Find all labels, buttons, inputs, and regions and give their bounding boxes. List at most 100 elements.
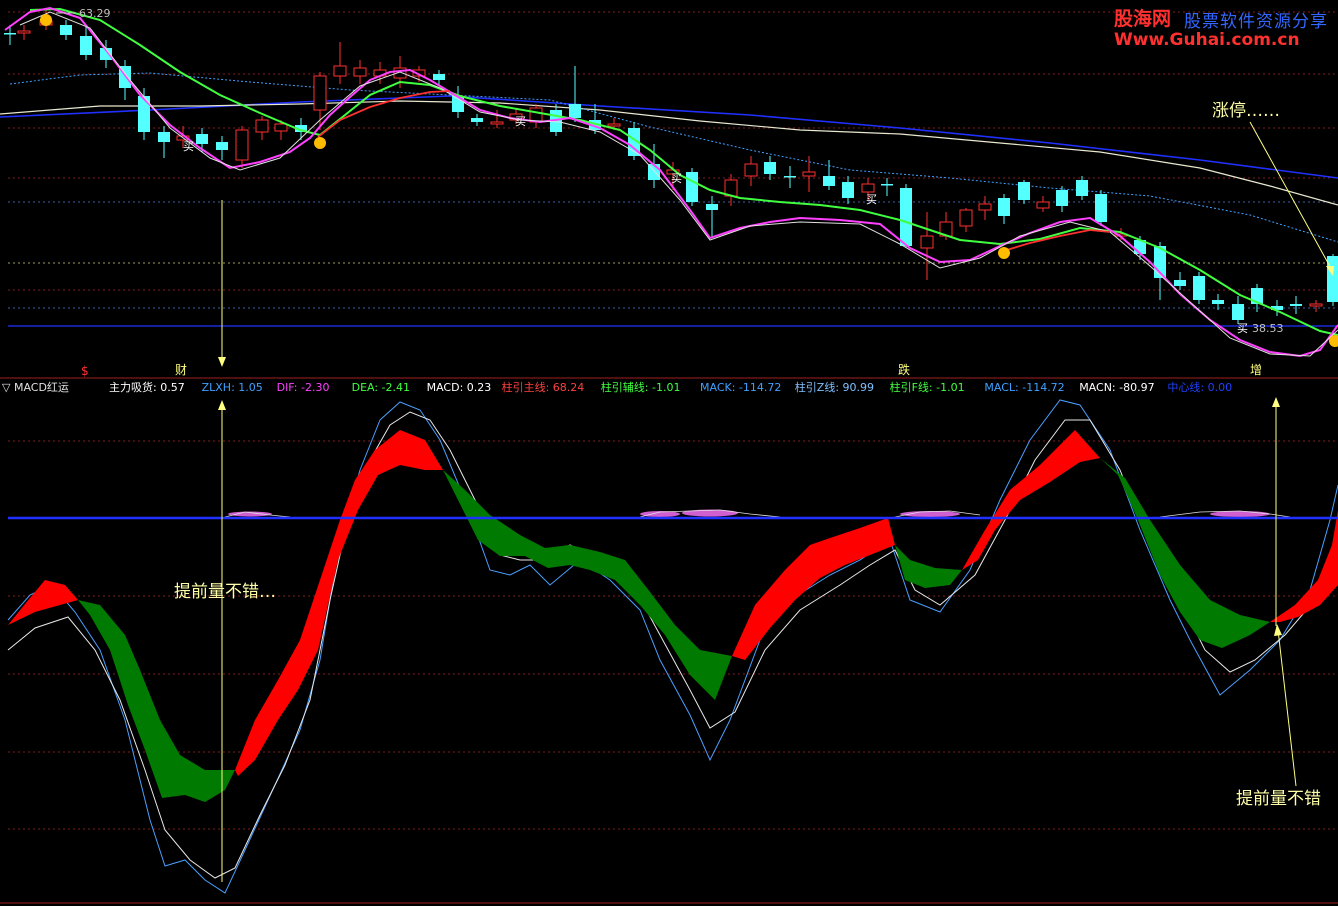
candle-body <box>1212 300 1224 304</box>
price-low-label: 38.53 <box>1252 322 1284 335</box>
buy-marker: 买 <box>183 140 194 153</box>
candle-body <box>313 75 327 111</box>
ma-green <box>29 7 1338 336</box>
gold-marker-icon <box>314 137 326 149</box>
indicator-item-4: MACD: 0.23 <box>427 381 492 394</box>
gold-marker-icon <box>998 247 1010 259</box>
candle-body <box>1290 304 1302 306</box>
annotation-right: 提前量不错 <box>1236 789 1321 809</box>
candle-body <box>764 162 776 174</box>
candle-body <box>216 142 228 150</box>
macd-band-7 <box>1100 458 1270 648</box>
macd-band-5 <box>895 545 962 588</box>
buy-marker: 买 <box>671 172 682 185</box>
candle-body <box>978 203 992 211</box>
arrowhead-icon <box>218 357 226 367</box>
indicator-item-2: DIF: -2.30 <box>277 381 330 394</box>
macd-band-4 <box>732 518 895 660</box>
candle-body <box>1018 182 1030 200</box>
candle-body <box>998 198 1010 216</box>
candle-body <box>17 30 31 34</box>
candle-body <box>1056 190 1068 206</box>
candle-body <box>1036 201 1050 209</box>
candle-body <box>471 118 483 122</box>
candle-body <box>60 25 72 35</box>
buy-marker: 买 <box>866 193 877 206</box>
candle-body <box>235 129 249 161</box>
macd-bands <box>8 430 1338 802</box>
indicator-item-3: DEA: -2.41 <box>352 381 410 394</box>
price-high-label: 63.29 <box>79 7 111 20</box>
candle-body <box>744 163 758 177</box>
indicator-item-1: ZLXH: 1.05 <box>202 381 263 394</box>
buy-marker: 买 <box>515 115 526 128</box>
candle-body <box>881 184 893 186</box>
annotation-left: 提前量不错… <box>174 582 276 602</box>
candle-body <box>4 33 16 35</box>
indicator-item-9: 柱引F线: -1.01 <box>890 380 965 394</box>
candle-body <box>274 123 288 132</box>
indicator-item-6: 柱引辅线: -1.01 <box>601 380 681 394</box>
buy-marker: 买 <box>1237 322 1248 335</box>
price-grid <box>8 11 1338 309</box>
candle-body <box>861 183 875 193</box>
candle-body <box>607 123 621 127</box>
bottom-marker: 增 <box>1250 363 1262 377</box>
candle-body <box>706 204 718 210</box>
arrowhead-icon <box>218 400 226 410</box>
site-watermark: 股海网 股票软件资源分享 Www.Guhai.com.cn <box>1114 4 1334 56</box>
macd-band-6 <box>962 430 1100 570</box>
candle-body <box>158 132 170 142</box>
candle-body <box>1076 180 1088 196</box>
limit-up-annotation: 涨停…… <box>1212 101 1280 121</box>
arrowhead-icon <box>1272 397 1280 407</box>
indicator-item-10: MACL: -114.72 <box>984 381 1064 394</box>
indicator-item-8: 柱引Z线: 90.99 <box>795 380 874 394</box>
candle-body <box>80 36 92 55</box>
macd-band-2 <box>235 430 443 776</box>
bottom-marker: 财 <box>175 363 187 377</box>
bottom-marker: 跌 <box>898 362 910 377</box>
candle-body <box>1095 194 1107 222</box>
candle-body <box>900 188 912 246</box>
candle-body <box>920 235 934 249</box>
arrowhead-icon <box>1274 624 1282 636</box>
indicator-item-0: 主力吸货: 0.57 <box>109 380 185 394</box>
candle-body <box>433 74 445 80</box>
candle-body <box>842 182 854 198</box>
candle-body <box>255 119 269 133</box>
indicator-item-12: 中心线: 0.00 <box>1167 380 1232 394</box>
candle-body <box>784 176 796 178</box>
macd-band-0 <box>8 580 78 625</box>
macd-band-3 <box>443 470 732 700</box>
limit-up-arrow <box>1249 121 1334 273</box>
indicator-name[interactable]: ▽ MACD红运 <box>2 381 69 394</box>
candle-body <box>1232 304 1244 320</box>
center-clusters <box>228 509 1270 517</box>
stock-chart: 买 买 买 买 买 63.29 38.53 涨停…… $ 财 跌 增 提前量不错… <box>0 6 1338 904</box>
watermark-slogan: 股票软件资源分享 <box>1184 12 1328 32</box>
candle-body <box>569 104 581 118</box>
candle-body <box>196 134 208 144</box>
candle-body <box>1193 276 1205 300</box>
candle-body <box>959 209 973 227</box>
candle-body <box>1174 280 1186 286</box>
indicator-values: 主力吸货: 0.57 ZLXH: 1.05 DIF: -2.30 DEA: -2.41… <box>109 380 1232 394</box>
candle-body <box>802 171 816 177</box>
watermark-url: Www.Guhai.com.cn <box>1114 30 1300 50</box>
indicator-item-7: MACK: -114.72 <box>700 381 781 394</box>
candle-body <box>333 65 347 77</box>
arrow-right-bottom <box>1277 629 1297 787</box>
indicator-item-5: 柱引主线: 68.24 <box>502 380 585 394</box>
macd-band-1 <box>78 600 235 802</box>
gold-marker-icon <box>40 14 52 26</box>
center-clusters-white <box>224 509 1291 518</box>
candle-body <box>353 67 367 77</box>
candle-body <box>1309 303 1323 307</box>
candle-body <box>823 176 835 186</box>
bottom-marker: $ <box>81 364 89 378</box>
candle-body <box>490 121 504 125</box>
indicator-item-11: MACN: -80.97 <box>1079 381 1154 394</box>
watermark-brand: 股海网 <box>1114 8 1172 30</box>
candle-body <box>1327 256 1338 302</box>
